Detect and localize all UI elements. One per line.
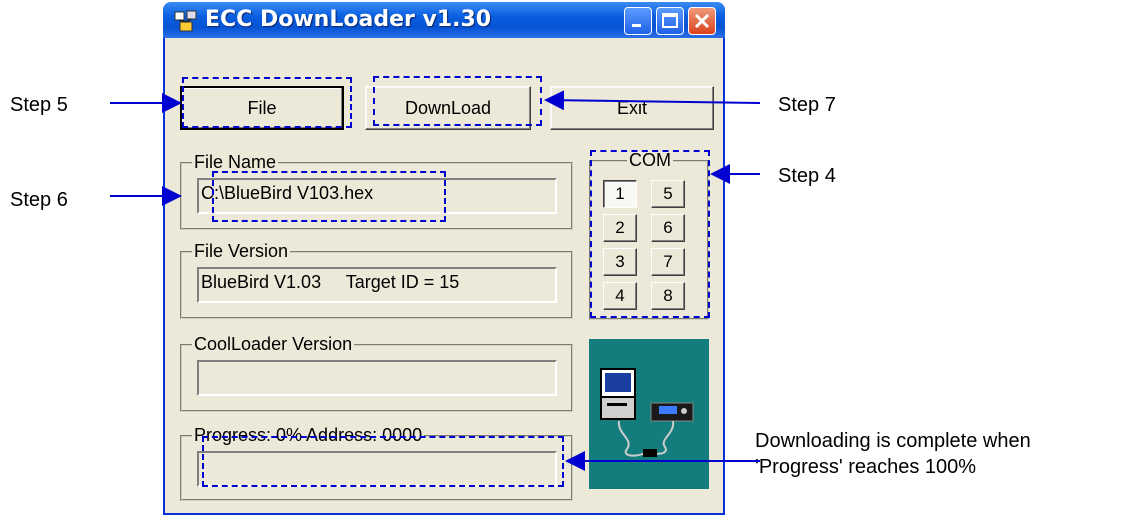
annotation-progress-box [202, 436, 564, 487]
maximize-icon [662, 13, 678, 28]
computer-device-illustration [589, 339, 709, 489]
maximize-button[interactable] [656, 7, 684, 35]
annotation-file-box [182, 77, 352, 128]
annotation-filename-box [212, 171, 446, 222]
annotation-download-box [373, 76, 542, 126]
callout-step4: Step 4 [778, 165, 836, 187]
annotation-com-box [590, 150, 710, 318]
exit-button[interactable]: Exit [550, 86, 714, 130]
minimize-icon [632, 24, 641, 27]
file-name-label: File Name [192, 152, 279, 173]
coolloader-version-field [197, 360, 557, 396]
callout-step7: Step 7 [778, 94, 836, 116]
close-button[interactable] [688, 7, 716, 35]
coolloader-version-label: CoolLoader Version [192, 334, 355, 355]
callout-step6: Step 6 [10, 189, 68, 211]
callout-progress-note-line2: 'Progress' reaches 100% [755, 456, 977, 478]
callout-step5: Step 5 [10, 94, 68, 116]
file-version-group: File Version BlueBird V1.03 Target ID = … [180, 241, 573, 319]
callout-progress-note-line1: Downloading is complete when [755, 430, 1031, 452]
coolloader-version-group: CoolLoader Version [180, 334, 573, 412]
file-version-label: File Version [192, 241, 291, 262]
close-icon [694, 13, 710, 29]
window-title: ECC DownLoader v1.30 [205, 7, 492, 32]
minimize-button[interactable] [624, 7, 652, 35]
computer-icon [600, 368, 694, 457]
app-icon [174, 10, 197, 32]
title-bar[interactable]: ECC DownLoader v1.30 [163, 2, 725, 38]
file-version-field: BlueBird V1.03 Target ID = 15 [197, 267, 557, 303]
